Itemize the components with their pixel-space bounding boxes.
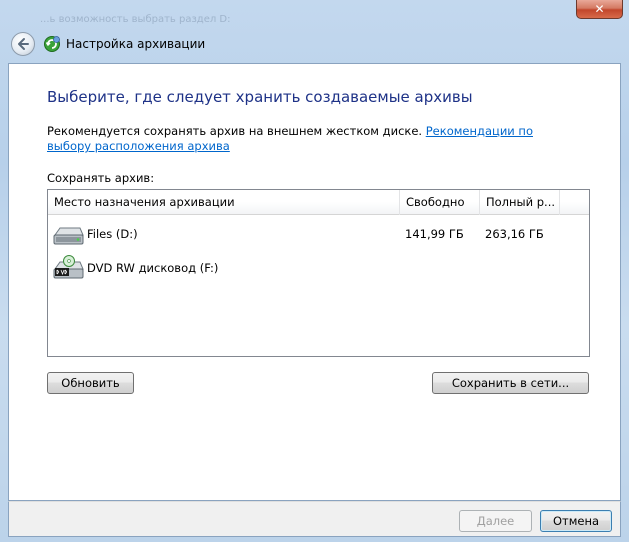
background-ghost-text: ...ь возможность выбрать раздел D: [40, 14, 231, 25]
drive-free-space: 141,99 ГБ [405, 227, 464, 241]
drive-total-space: 263,16 ГБ [485, 227, 544, 241]
close-button[interactable]: ✕ [576, 0, 623, 19]
next-button[interactable]: Далее [459, 510, 532, 532]
window-title: Настройка архивации [66, 37, 206, 51]
list-item-drive-f[interactable]: DVD RW дисковод (F:) [48, 252, 589, 286]
save-archive-label: Сохранять архив: [47, 171, 155, 185]
back-button[interactable] [11, 32, 35, 56]
column-header-total[interactable]: Полный р... [480, 190, 560, 215]
drive-name: Files (D:) [87, 227, 138, 241]
list-item-drive-d[interactable]: Files (D:) 141,99 ГБ 263,16 ГБ [48, 218, 589, 252]
hard-drive-icon [53, 227, 84, 245]
destination-list[interactable]: Место назначения архивации Свободно Полн… [47, 189, 590, 357]
dvd-drive-icon [53, 255, 84, 279]
list-header: Место назначения архивации Свободно Полн… [48, 190, 589, 215]
column-header-free[interactable]: Свободно [400, 190, 480, 215]
refresh-button[interactable]: Обновить [47, 372, 134, 394]
client-area: Выберите, где следует хранить создаваемы… [8, 63, 621, 501]
recommendation-label: Рекомендуется сохранять архив на внешнем… [47, 124, 426, 138]
button-bar: Далее Отмена [8, 501, 621, 537]
drive-name: DVD RW дисковод (F:) [87, 261, 219, 275]
column-header-destination[interactable]: Место назначения архивации [48, 190, 400, 215]
save-on-network-button[interactable]: Сохранить в сети... [432, 372, 589, 394]
page-heading: Выберите, где следует хранить создаваемы… [47, 88, 473, 106]
column-header-filler [560, 190, 589, 215]
back-arrow-icon [18, 38, 29, 50]
recommendation-text: Рекомендуется сохранять архив на внешнем… [47, 124, 567, 154]
cancel-button[interactable]: Отмена [540, 510, 612, 532]
close-icon: ✕ [594, 2, 605, 16]
backup-icon [44, 36, 60, 52]
